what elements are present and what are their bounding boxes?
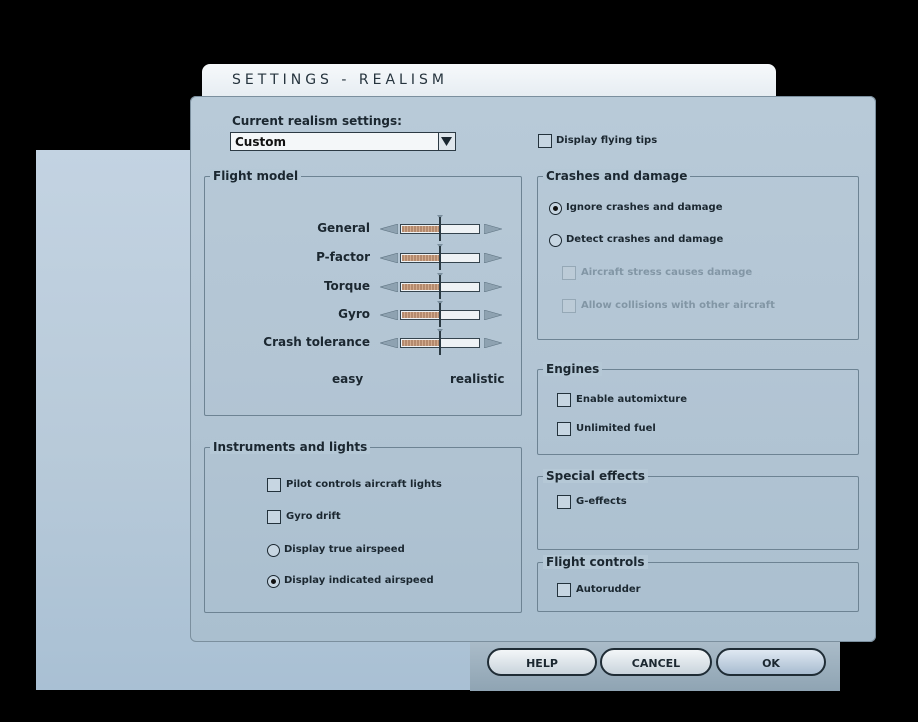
crashes-damage-legend: Crashes and damage xyxy=(543,169,691,183)
slider-label-torque: Torque xyxy=(323,279,370,293)
special-effects-group xyxy=(537,476,859,550)
slider-fill xyxy=(402,226,441,232)
slider-fill xyxy=(402,312,441,318)
general-slider[interactable] xyxy=(380,215,506,241)
gyro-drift-label: Gyro drift xyxy=(286,511,341,522)
slider-increase-arrow-icon[interactable] xyxy=(484,224,502,234)
enable-automixture-checkbox[interactable] xyxy=(557,393,571,407)
autorudder-checkbox[interactable] xyxy=(557,583,571,597)
slider-thumb[interactable] xyxy=(439,217,441,241)
scale-min-label: easy xyxy=(332,372,364,386)
pilot-lights-checkbox[interactable] xyxy=(267,478,281,492)
instruments-lights-group xyxy=(204,447,522,613)
crash-tolerance-slider[interactable] xyxy=(380,329,506,355)
engines-legend: Engines xyxy=(543,362,603,376)
aircraft-stress-checkbox[interactable] xyxy=(562,266,576,280)
flight-model-legend: Flight model xyxy=(210,169,302,183)
slider-thumb[interactable] xyxy=(439,275,441,299)
realism-preset-dropdown[interactable]: Custom xyxy=(230,132,456,151)
slider-thumb[interactable] xyxy=(439,331,441,355)
slider-thumb[interactable] xyxy=(439,303,441,327)
p-factor-slider[interactable] xyxy=(380,244,506,270)
slider-decrease-arrow-icon[interactable] xyxy=(380,338,398,348)
indicated-airspeed-radio[interactable] xyxy=(267,575,280,588)
gyro-drift-checkbox[interactable] xyxy=(267,510,281,524)
slider-fill xyxy=(402,284,441,290)
instruments-lights-legend: Instruments and lights xyxy=(210,440,371,454)
slider-label-crash-tolerance: Crash tolerance xyxy=(263,335,370,349)
slider-increase-arrow-icon[interactable] xyxy=(484,310,502,320)
display-flying-tips-checkbox[interactable] xyxy=(538,134,552,148)
slider-label-p-factor: P-factor xyxy=(316,250,370,264)
slider-increase-arrow-icon[interactable] xyxy=(484,253,502,263)
help-button[interactable]: HELP xyxy=(487,648,597,676)
indicated-airspeed-label: Display indicated airspeed xyxy=(284,575,434,586)
true-airspeed-label: Display true airspeed xyxy=(284,544,405,555)
detect-crashes-label: Detect crashes and damage xyxy=(566,234,724,245)
slider-label-gyro: Gyro xyxy=(338,307,370,321)
realism-preset-value: Custom xyxy=(235,135,286,149)
slider-thumb[interactable] xyxy=(439,246,441,270)
realism-settings-label: Current realism settings: xyxy=(232,114,402,128)
ignore-crashes-label: Ignore crashes and damage xyxy=(566,202,723,213)
page-title: SETTINGS - REALISM xyxy=(232,72,448,88)
slider-increase-arrow-icon[interactable] xyxy=(484,282,502,292)
detect-crashes-radio[interactable] xyxy=(549,234,562,247)
autorudder-label: Autorudder xyxy=(576,584,641,595)
g-effects-label: G-effects xyxy=(576,496,627,507)
display-flying-tips-label: Display flying tips xyxy=(556,135,658,146)
slider-fill xyxy=(402,255,441,261)
ignore-crashes-radio[interactable] xyxy=(549,202,562,215)
slider-decrease-arrow-icon[interactable] xyxy=(380,253,398,263)
ok-button[interactable]: OK xyxy=(716,648,826,676)
flight-controls-legend: Flight controls xyxy=(543,555,648,569)
slider-increase-arrow-icon[interactable] xyxy=(484,338,502,348)
pilot-lights-label: Pilot controls aircraft lights xyxy=(286,479,442,490)
slider-decrease-arrow-icon[interactable] xyxy=(380,224,398,234)
slider-decrease-arrow-icon[interactable] xyxy=(380,282,398,292)
cancel-button[interactable]: CANCEL xyxy=(600,648,712,676)
g-effects-checkbox[interactable] xyxy=(557,495,571,509)
crashes-damage-group xyxy=(537,176,859,340)
true-airspeed-radio[interactable] xyxy=(267,544,280,557)
aircraft-stress-label: Aircraft stress causes damage xyxy=(581,267,753,278)
dropdown-arrow-button[interactable] xyxy=(438,133,455,150)
gyro-slider[interactable] xyxy=(380,301,506,327)
enable-automixture-label: Enable automixture xyxy=(576,394,687,405)
engines-group xyxy=(537,369,859,455)
slider-fill xyxy=(402,340,441,346)
allow-collisions-label: Allow collisions with other aircraft xyxy=(581,300,775,311)
chevron-down-icon xyxy=(441,137,452,146)
allow-collisions-checkbox[interactable] xyxy=(562,299,576,313)
unlimited-fuel-label: Unlimited fuel xyxy=(576,423,656,434)
slider-label-general: General xyxy=(317,221,370,235)
slider-decrease-arrow-icon[interactable] xyxy=(380,310,398,320)
unlimited-fuel-checkbox[interactable] xyxy=(557,422,571,436)
torque-slider[interactable] xyxy=(380,273,506,299)
scale-max-label: realistic xyxy=(450,372,505,386)
special-effects-legend: Special effects xyxy=(543,469,648,483)
